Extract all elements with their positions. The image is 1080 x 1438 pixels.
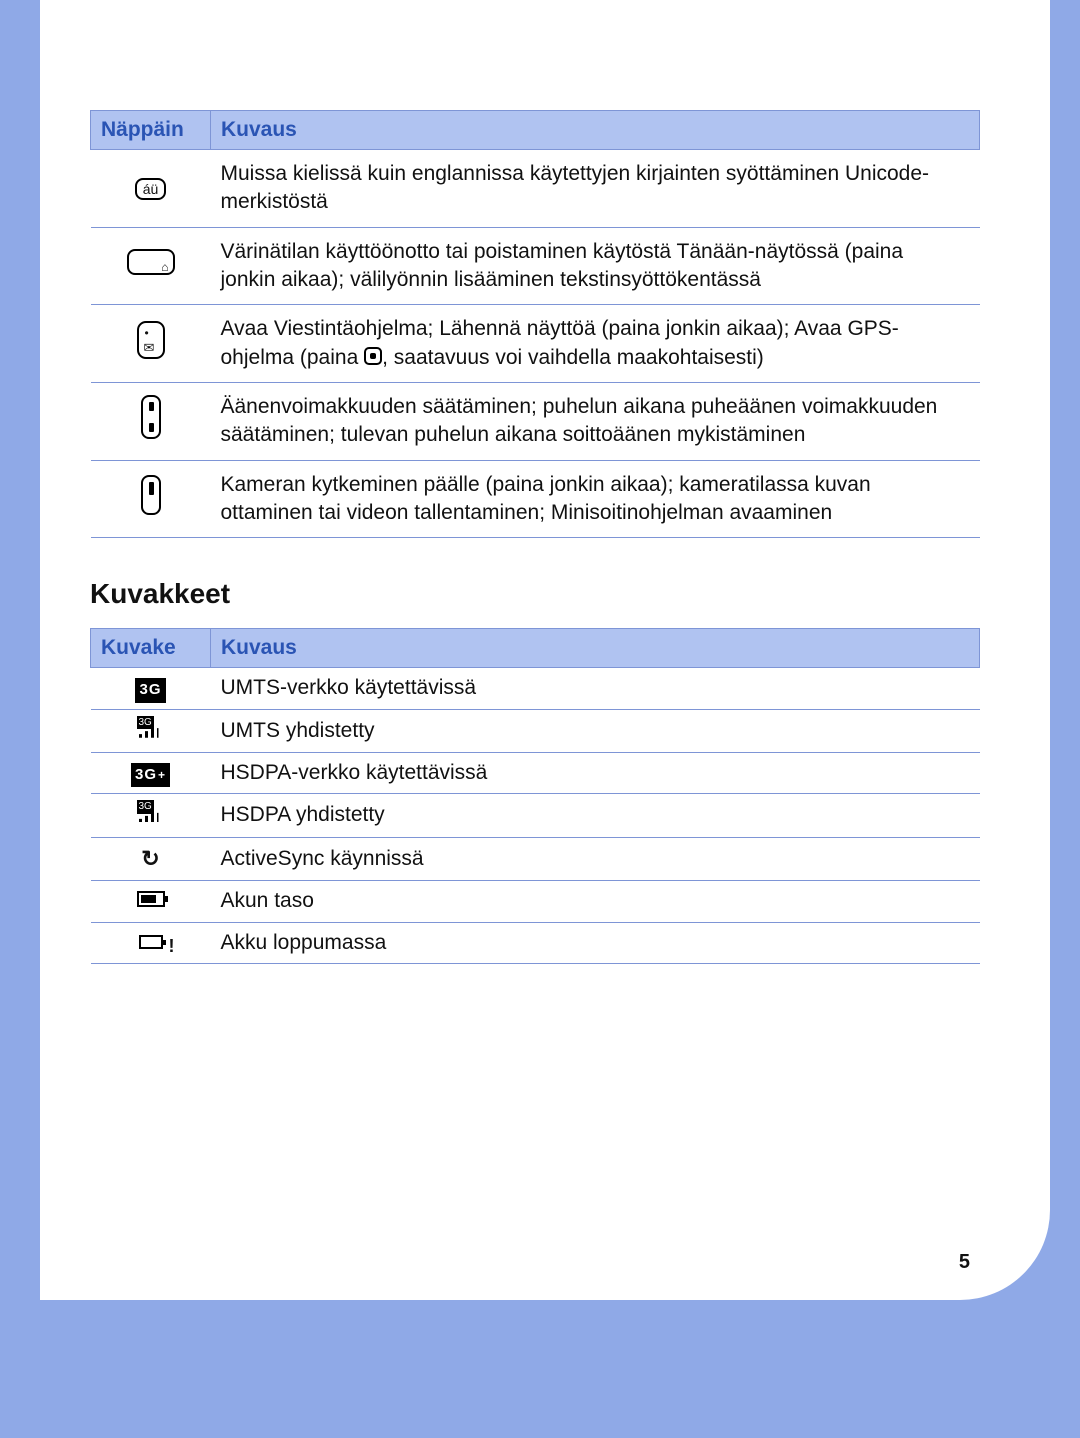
table-row: Kameran kytkeminen päälle (paina jonkin … xyxy=(91,460,980,538)
key-desc: Värinätilan käyttöönotto tai poistaminen… xyxy=(211,227,980,305)
table-row: Äänenvoimakkuuden säätäminen; puhelun ai… xyxy=(91,383,980,461)
icons-table: Kuvake Kuvaus 3G UMTS-verkko käytettävis… xyxy=(90,628,980,963)
3g-icon: 3G xyxy=(135,678,165,702)
3g-plus-icon: 3G xyxy=(131,763,170,787)
key-desc: Äänenvoimakkuuden säätäminen; puhelun ai… xyxy=(211,383,980,461)
table-row: 3G UMTS-verkko käytettävissä xyxy=(91,668,980,709)
icons-header-desc: Kuvaus xyxy=(211,629,980,668)
icon-desc: Akun taso xyxy=(211,881,980,922)
spacebar-key-icon xyxy=(127,249,175,275)
table-row: 3G HSDPA-verkko käytettävissä xyxy=(91,753,980,794)
table-row: Akun taso xyxy=(91,881,980,922)
3g-plus-signal-icon xyxy=(137,800,165,822)
icons-section-title: Kuvakkeet xyxy=(90,578,980,610)
key-desc: Muissa kielissä kuin englannissa käytett… xyxy=(211,150,980,228)
icon-desc: UMTS yhdistetty xyxy=(211,709,980,752)
camera-key-icon xyxy=(141,475,161,515)
icons-header-icon: Kuvake xyxy=(91,629,211,668)
keys-table: Näppäin Kuvaus áü Muissa kielissä kuin e… xyxy=(90,110,980,538)
table-row: Avaa Viestintäohjelma; Lähennä näyttöä (… xyxy=(91,305,980,383)
keys-header-desc: Kuvaus xyxy=(211,111,980,150)
volume-key-icon xyxy=(141,395,161,439)
table-row: UMTS yhdistetty xyxy=(91,709,980,752)
3g-signal-icon xyxy=(137,716,165,738)
table-row: áü Muissa kielissä kuin englannissa käyt… xyxy=(91,150,980,228)
battery-icon xyxy=(137,891,165,907)
icon-desc: ActiveSync käynnissä xyxy=(211,837,980,880)
battery-low-icon xyxy=(139,935,163,949)
table-row: HSDPA yhdistetty xyxy=(91,794,980,837)
key-desc: Avaa Viestintäohjelma; Lähennä näyttöä (… xyxy=(211,305,980,383)
table-row: Akku loppumassa xyxy=(91,922,980,963)
activesync-icon: ↻ xyxy=(141,846,159,871)
messaging-key-icon xyxy=(137,321,165,359)
icon-desc: HSDPA-verkko käytettävissä xyxy=(211,753,980,794)
keys-header-key: Näppäin xyxy=(91,111,211,150)
key-desc-post: , saatavuus voi vaihdella maakohtaisesti… xyxy=(382,346,764,369)
table-row: Värinätilan käyttöönotto tai poistaminen… xyxy=(91,227,980,305)
manual-page: Näppäin Kuvaus áü Muissa kielissä kuin e… xyxy=(40,0,1050,1300)
icon-desc: HSDPA yhdistetty xyxy=(211,794,980,837)
fn-key-inline-icon xyxy=(364,347,382,365)
icon-desc: Akku loppumassa xyxy=(211,922,980,963)
icon-desc: UMTS-verkko käytettävissä xyxy=(211,668,980,709)
table-row: ↻ ActiveSync käynnissä xyxy=(91,837,980,880)
page-number: 5 xyxy=(959,1251,970,1274)
au-key-icon: áü xyxy=(135,178,167,200)
key-desc: Kameran kytkeminen päälle (paina jonkin … xyxy=(211,460,980,538)
